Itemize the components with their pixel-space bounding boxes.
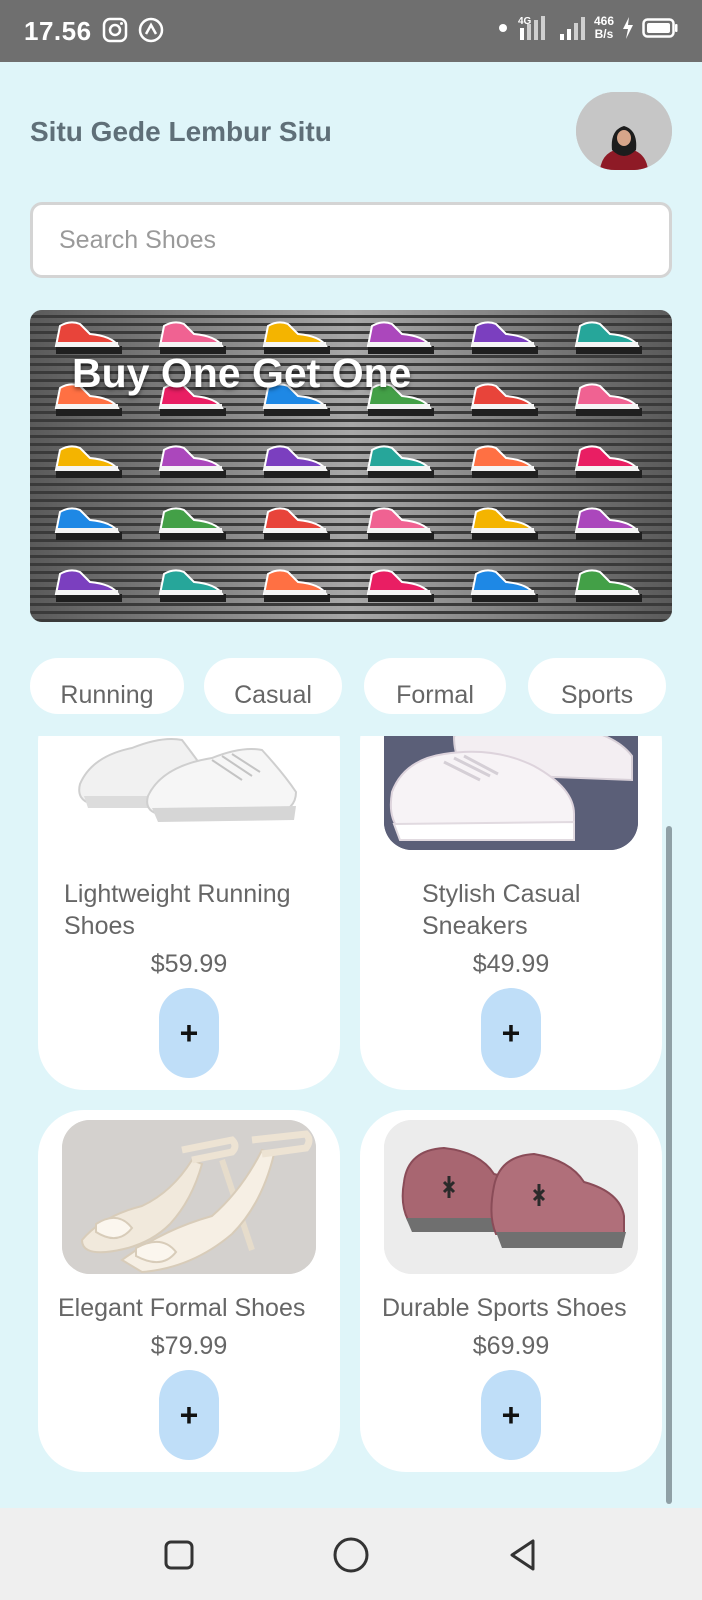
network-speed: 466 B/s <box>594 15 614 41</box>
category-chip-formal[interactable]: Formal <box>364 658 506 714</box>
product-name: Durable Sports Shoes <box>382 1292 627 1324</box>
product-name-line: Stylish Casual <box>422 880 581 908</box>
category-chip-running[interactable]: Running <box>30 658 184 714</box>
add-to-cart-button[interactable]: + <box>481 988 541 1078</box>
home-button[interactable] <box>326 1530 376 1580</box>
product-card[interactable]: Durable Sports Shoes $69.99 + <box>360 1110 662 1472</box>
status-right-icons: 4G 466 B/s <box>496 14 678 42</box>
category-chip-casual[interactable]: Casual <box>204 658 342 714</box>
signal-icon: 4G <box>518 16 545 40</box>
avatar[interactable] <box>576 92 672 170</box>
banner-text: Buy One Get One <box>72 350 412 396</box>
product-image <box>384 1120 638 1274</box>
product-name-line: Sneakers <box>422 912 528 940</box>
product-image <box>384 736 638 850</box>
product-name-line: Elegant Formal Shoes <box>58 1294 306 1322</box>
dot-icon <box>498 24 507 32</box>
scrollbar[interactable] <box>666 826 672 1504</box>
white-running-shoes-image <box>78 738 298 822</box>
product-name-line: Durable Sports Shoes <box>382 1294 627 1322</box>
page-title: Situ Gede Lembur Situ <box>30 116 332 147</box>
back-button[interactable] <box>498 1530 548 1580</box>
add-to-cart-button[interactable]: + <box>159 988 219 1078</box>
app-notification-icon <box>138 17 164 43</box>
pink-sports-shoes-image <box>384 1120 638 1274</box>
battery-icon <box>642 18 678 38</box>
category-chips: Running Casual Formal Sports <box>30 658 672 714</box>
product-price: $79.99 <box>150 1332 228 1360</box>
status-left-icons <box>102 17 164 43</box>
product-image <box>62 1120 316 1274</box>
network-speed-unit: B/s <box>594 27 614 41</box>
product-name: Stylish Casual Sneakers <box>422 878 580 942</box>
status-bar: 17.56 4G 466 B/s <box>0 0 702 62</box>
recents-button[interactable] <box>154 1530 204 1580</box>
product-card[interactable]: Stylish Casual Sneakers $49.99 + <box>360 736 662 1090</box>
signal-icon <box>559 17 585 40</box>
add-to-cart-button[interactable]: + <box>159 1370 219 1460</box>
status-time: 17.56 <box>24 16 92 46</box>
product-card[interactable]: Lightweight Running Shoes $59.99 + <box>38 736 340 1090</box>
charging-icon <box>623 17 633 39</box>
product-name: Elegant Formal Shoes <box>58 1292 305 1324</box>
product-card[interactable]: Elegant Formal Shoes $79.99 + <box>38 1110 340 1472</box>
product-name-line: Shoes <box>64 912 135 940</box>
add-to-cart-button[interactable]: + <box>481 1370 541 1460</box>
formal-heel-shoes-image <box>62 1120 316 1274</box>
home-circle-icon <box>333 1537 369 1573</box>
product-grid[interactable]: Lightweight Running Shoes $59.99 + Styli… <box>0 736 702 1508</box>
product-name: Lightweight Running Shoes <box>64 878 291 942</box>
product-image <box>62 736 316 850</box>
category-chip-sports[interactable]: Sports <box>528 658 666 714</box>
recents-square-icon <box>164 1540 194 1570</box>
instagram-icon <box>102 17 128 43</box>
product-price: $59.99 <box>150 950 228 978</box>
avatar-image <box>576 92 672 170</box>
white-casual-sneakers-image <box>384 736 638 850</box>
product-price: $69.99 <box>472 1332 550 1360</box>
back-triangle-icon <box>510 1539 535 1571</box>
promo-banner[interactable]: Buy One Get One <box>30 310 672 622</box>
product-name-line: Lightweight Running <box>64 880 291 908</box>
product-price: $49.99 <box>472 950 550 978</box>
search-box[interactable] <box>30 202 672 278</box>
app-content: Situ Gede Lembur Situ Search Shoes Buy O… <box>0 62 702 1508</box>
search-input[interactable] <box>33 205 669 275</box>
system-nav-bar <box>0 1508 702 1600</box>
